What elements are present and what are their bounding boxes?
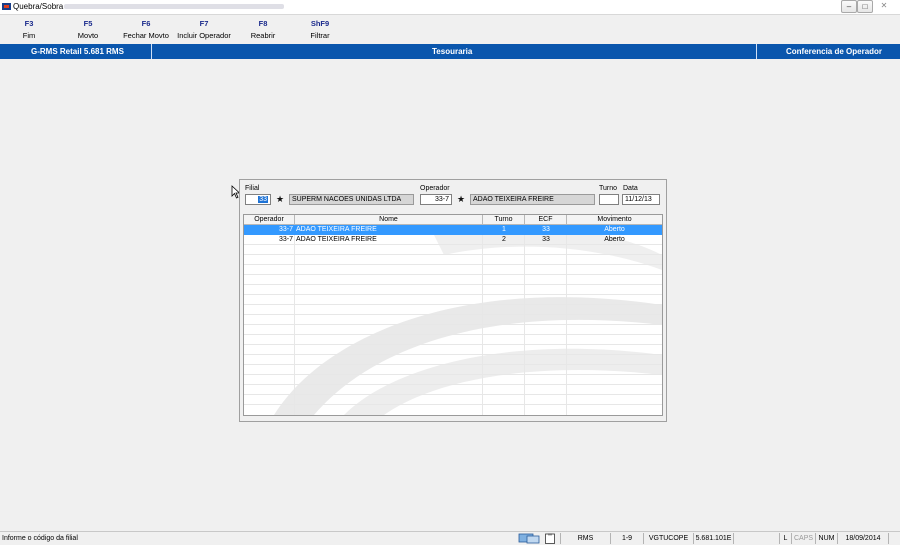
cell-movimento: Aberto — [604, 226, 625, 233]
grid-row-line — [244, 404, 662, 405]
grid-row-line — [244, 274, 662, 275]
filial-code-input[interactable]: 33 — [245, 194, 271, 205]
title-bar: Quebra/Sobra – □ ✕ — [0, 0, 900, 15]
grid-header: Operador Nome Turno ECF Movimento — [244, 215, 662, 225]
fkey-label: F7 — [199, 19, 209, 28]
grid-row-line — [244, 304, 662, 305]
operador-code-input[interactable]: 33-7 — [420, 194, 452, 205]
column-header-movimento[interactable]: Movimento — [567, 215, 662, 224]
minimize-button[interactable]: – — [841, 0, 857, 13]
grid-row-line — [244, 394, 662, 395]
fkey-caption: Movto — [77, 31, 99, 40]
data-input[interactable]: 11/12/13 — [622, 194, 660, 205]
grid-row-line — [244, 364, 662, 365]
column-header-operador[interactable]: Operador — [244, 215, 295, 224]
status-l: L — [779, 533, 791, 544]
fim-button[interactable]: F3 Fim — [16, 19, 42, 40]
status-bar: Informe o código da filial RMS 1-9 VGTUC… — [0, 531, 900, 545]
cell-ecf: 33 — [542, 226, 550, 233]
fkey-label: F3 — [24, 19, 34, 28]
cell-ecf: 33 — [542, 236, 550, 243]
grid-row-line — [244, 344, 662, 345]
reabrir-button[interactable]: F8 Reabrir — [248, 19, 278, 40]
cell-nome: ADAO TEIXEIRA FREIRE — [296, 236, 377, 243]
network-icon — [518, 533, 540, 544]
binoculars-search-icon[interactable]: ★ — [274, 194, 286, 204]
operador-name-field: ADAO TEIXEIRA FREIRE — [470, 194, 595, 205]
fkey-label: F8 — [258, 19, 268, 28]
status-user: VGTUCOPE — [643, 533, 693, 544]
band-divider — [151, 44, 152, 59]
window-title: Quebra/Sobra — [13, 2, 64, 11]
grid-row-line — [244, 324, 662, 325]
grid-row-line — [244, 384, 662, 385]
band-divider — [756, 44, 757, 59]
status-num: NUM — [815, 533, 837, 544]
filial-name-field: SUPERM NACOES UNIDAS LTDA — [289, 194, 414, 205]
column-header-turno[interactable]: Turno — [483, 215, 525, 224]
cell-operador: 33-7 — [278, 236, 293, 243]
operador-label: Operador — [420, 185, 450, 192]
screen-name: Conferencia de Operador — [786, 47, 883, 56]
grid-row-line — [244, 334, 662, 335]
grid-divider — [566, 224, 567, 415]
incluir-operador-button[interactable]: F7 Incluir Operador — [175, 19, 233, 40]
cell-nome: ADAO TEIXEIRA FREIRE — [296, 226, 377, 233]
status-blank — [733, 533, 779, 544]
filtrar-button[interactable]: ShF9 Filtrar — [308, 19, 332, 40]
fkey-caption: Reabrir — [250, 31, 276, 40]
status-caps: CAPS — [791, 533, 815, 544]
maximize-button[interactable]: □ — [857, 0, 873, 13]
grid-divider — [524, 224, 525, 415]
filial-label: Filial — [245, 185, 260, 192]
fkey-caption: Incluir Operador — [177, 31, 231, 40]
grid-row-line — [244, 374, 662, 375]
clipboard-icon — [545, 533, 555, 544]
grid-row-line — [244, 354, 662, 355]
fkey-caption: Fim — [22, 31, 36, 40]
app-icon — [2, 3, 11, 10]
grid-row-line — [244, 254, 662, 255]
module-band: G-RMS Retail 5.681 RMS Tesouraria Confer… — [0, 44, 900, 59]
module-name: Tesouraria — [432, 47, 473, 56]
grid-row-line — [244, 314, 662, 315]
movto-button[interactable]: F5 Movto — [74, 19, 102, 40]
grid-row-line — [244, 284, 662, 285]
product-name: G-RMS Retail 5.681 RMS — [31, 47, 124, 56]
data-label: Data — [623, 185, 638, 192]
fechar-movto-button[interactable]: F6 Fechar Movto — [122, 19, 170, 40]
operator-panel: Filial 33 ★ SUPERM NACOES UNIDAS LTDA Op… — [239, 179, 667, 422]
binoculars-search-icon[interactable]: ★ — [455, 194, 467, 204]
status-date: 18/09/2014 — [837, 533, 889, 544]
table-row[interactable]: 33-7 ADAO TEIXEIRA FREIRE 2 33 Aberto — [244, 235, 662, 245]
fkey-label: F6 — [141, 19, 151, 28]
status-system: RMS — [560, 533, 610, 544]
grid-row-line — [244, 264, 662, 265]
watermark-swoosh — [274, 226, 662, 415]
grid-divider — [294, 224, 295, 415]
cell-movimento: Aberto — [604, 236, 625, 243]
grid-row-line — [244, 294, 662, 295]
function-toolbar: F3 Fim F5 Movto F6 Fechar Movto F7 Inclu… — [0, 15, 900, 43]
fkey-label: ShF9 — [310, 19, 330, 28]
filial-code-value: 33 — [258, 196, 268, 203]
status-version: 5.681.101E — [693, 533, 733, 544]
fkey-caption: Filtrar — [310, 31, 330, 40]
table-row[interactable]: 33-7 ADAO TEIXEIRA FREIRE 1 33 Aberto — [244, 225, 662, 235]
status-page: 1-9 — [610, 533, 643, 544]
turno-input[interactable] — [599, 194, 619, 205]
status-message: Informe o código da filial — [2, 535, 78, 542]
close-button[interactable]: ✕ — [876, 0, 892, 13]
cell-operador: 33-7 — [278, 226, 293, 233]
fkey-label: F5 — [83, 19, 93, 28]
column-header-nome[interactable]: Nome — [295, 215, 483, 224]
operator-grid[interactable]: Operador Nome Turno ECF Movimento 33-7 A… — [243, 214, 663, 416]
cell-turno: 1 — [502, 226, 506, 233]
grid-divider — [482, 224, 483, 415]
cell-turno: 2 — [502, 236, 506, 243]
title-blurred-text — [64, 4, 284, 9]
turno-label: Turno — [599, 185, 618, 192]
column-header-ecf[interactable]: ECF — [525, 215, 567, 224]
fkey-caption: Fechar Movto — [123, 31, 169, 40]
